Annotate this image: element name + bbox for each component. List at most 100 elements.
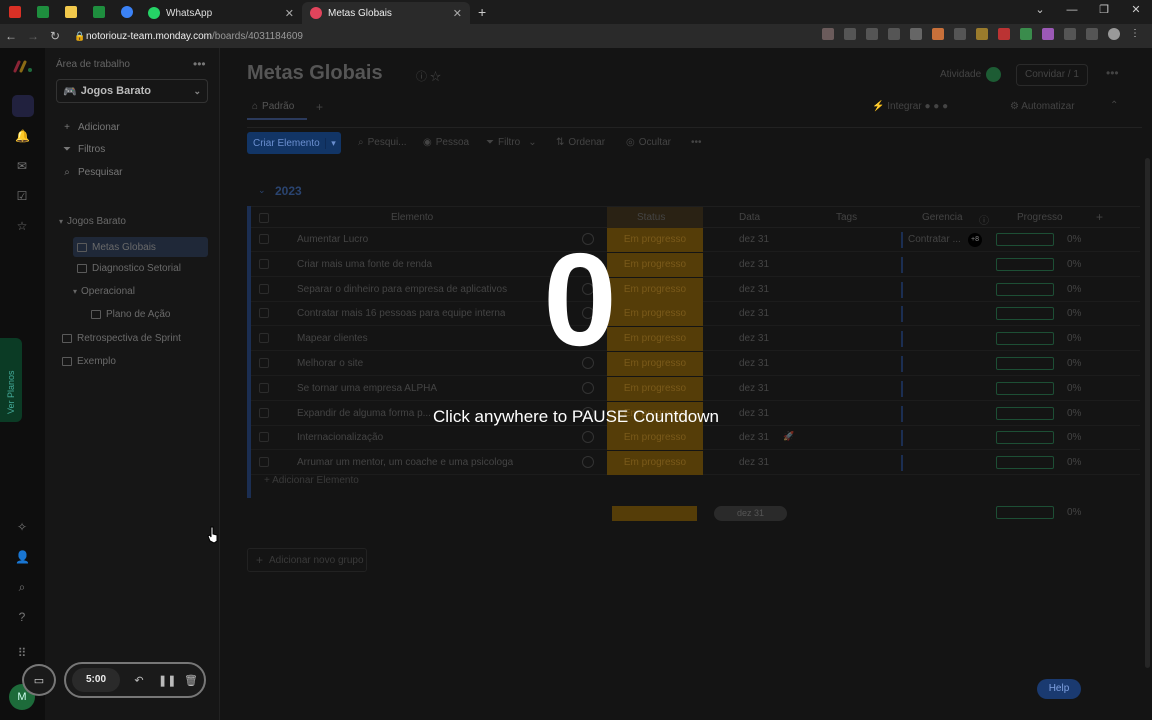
row-checkbox[interactable] <box>259 358 269 368</box>
board-info-icon[interactable]: ⓘ ☆ <box>416 68 441 84</box>
restore-icon[interactable]: ❐ <box>1088 0 1120 22</box>
countdown-message[interactable]: Click anywhere to PAUSE Countdown <box>360 407 792 427</box>
select-all-checkbox[interactable] <box>259 213 269 223</box>
recorder-camera-button[interactable]: ▭ <box>22 664 56 696</box>
group-title[interactable]: 2023 <box>275 184 302 198</box>
filter-tool[interactable]: ⏷ Filtro ⌄ <box>486 137 537 148</box>
date-cell[interactable]: dez 31 <box>739 234 769 245</box>
favorites-star-icon[interactable]: ☆ <box>15 219 29 233</box>
add-button[interactable]: + Adicionar <box>61 122 120 133</box>
trash-icon[interactable]: 🗑 <box>184 674 198 687</box>
back-icon[interactable]: ← <box>0 29 22 43</box>
pinned-tab-2[interactable] <box>34 3 52 21</box>
row-checkbox[interactable] <box>259 258 269 269</box>
table-row[interactable]: Internacionalização Em progresso dez 31 0% 🚀 <box>251 426 1140 451</box>
person-tool[interactable]: ◉ Pessoa <box>423 137 469 148</box>
group-collapse-icon[interactable]: ⌄ <box>258 185 266 196</box>
board-diagnostico-setorial[interactable]: Diagnostico Setorial <box>77 263 181 274</box>
see-plans-button[interactable]: Ver Planos <box>0 338 22 422</box>
status-cell[interactable]: Em progresso <box>607 451 703 476</box>
help-button[interactable]: Help <box>1037 679 1081 699</box>
element-name[interactable]: Separar o dinheiro para empresa de aplic… <box>297 284 507 295</box>
monday-logo-icon[interactable] <box>12 59 34 73</box>
pinned-tab-1[interactable] <box>6 3 24 21</box>
password-extension-icon[interactable] <box>998 28 1010 40</box>
chevron-down-icon[interactable]: ▾ <box>325 137 341 149</box>
pinned-tab-5[interactable] <box>118 3 136 21</box>
bookmark-star-icon[interactable] <box>888 28 900 40</box>
extension-purple-icon[interactable] <box>1042 28 1054 40</box>
apps-icon[interactable]: ✧ <box>15 520 29 534</box>
close-window-icon[interactable]: ✕ <box>1120 0 1152 22</box>
element-name[interactable]: Aumentar Lucro <box>297 234 368 245</box>
undo-icon[interactable]: ↶ <box>132 674 146 687</box>
row-checkbox[interactable] <box>259 432 269 443</box>
collapse-header-icon[interactable]: ⌃ <box>1110 100 1118 111</box>
inbox-icon[interactable]: ✉ <box>15 159 29 173</box>
row-checkbox[interactable] <box>259 382 269 393</box>
workspace-select[interactable]: 🎮 Jogos Barato ⌄ <box>56 79 208 103</box>
add-update-icon[interactable] <box>582 456 594 469</box>
tab-whatsapp[interactable]: WhatsApp ✕ <box>140 2 302 24</box>
row-checkbox[interactable] <box>259 457 269 468</box>
pinned-tab-3[interactable] <box>62 3 80 21</box>
translate-icon[interactable] <box>844 28 856 40</box>
screenshot-extension-icon[interactable] <box>910 28 922 40</box>
folder-jogos-barato[interactable]: ▾ Jogos Barato <box>59 216 126 227</box>
status-cell[interactable]: Em progresso <box>607 376 703 401</box>
table-row[interactable]: Criar mais uma fonte de renda Em progress… <box>251 252 1140 277</box>
pause-icon[interactable]: ❚❚ <box>158 674 176 687</box>
element-name[interactable]: Melhorar o site <box>297 358 363 369</box>
my-work-icon[interactable]: ☑ <box>15 189 29 203</box>
add-column-button[interactable]: + <box>1096 210 1103 224</box>
table-row[interactable]: Se tornar uma empresa ALPHA Em progresso d… <box>251 376 1140 401</box>
row-checkbox[interactable] <box>259 308 269 319</box>
reload-icon[interactable]: ↻ <box>44 29 66 43</box>
extension-green-icon[interactable] <box>1020 28 1032 40</box>
date-cell[interactable]: dez 31 <box>739 308 769 319</box>
board-plano-de-acao[interactable]: Plano de Ação <box>91 309 171 320</box>
board-exemplo[interactable]: Exemplo <box>62 356 116 367</box>
date-cell[interactable]: dez 31 <box>739 259 769 270</box>
row-checkbox[interactable] <box>259 333 269 344</box>
table-row[interactable]: Arrumar um mentor, um coache e uma psico… <box>251 451 1140 476</box>
table-row[interactable]: Aumentar Lucro Em progresso dez 31 Contrata… <box>251 228 1140 252</box>
bell-icon[interactable]: 🔔 <box>15 129 30 143</box>
pinned-tab-4[interactable] <box>90 3 108 21</box>
tab-padrao[interactable]: ⌂ Padrão <box>252 101 294 112</box>
element-name[interactable]: Contratar mais 16 pessoas para equipe in… <box>297 308 505 319</box>
manager-cell[interactable]: Contratar ... <box>908 234 961 245</box>
create-element-button[interactable]: Criar Elemento ▾ <box>247 132 341 154</box>
search-tool[interactable]: ⌕ Pesqui... <box>358 137 407 148</box>
share-icon[interactable] <box>866 28 878 40</box>
color-extension-icon[interactable] <box>932 28 944 40</box>
element-name[interactable]: Internacionalização <box>297 432 383 443</box>
countdown-digit[interactable]: 0 <box>512 230 648 370</box>
column-header-gerencia[interactable]: Gerencia <box>922 212 963 223</box>
script-extension-icon[interactable] <box>954 28 966 40</box>
date-cell[interactable]: dez 31 <box>739 432 769 443</box>
invite-button[interactable]: Convidar / 1 <box>1016 64 1088 86</box>
table-row[interactable]: Separar o dinheiro para empresa de aplic… <box>251 277 1140 302</box>
page-scrollbar[interactable] <box>1145 158 1150 668</box>
element-name[interactable]: Se tornar uma empresa ALPHA <box>297 383 437 394</box>
sort-tool[interactable]: ⇅ Ordenar <box>556 137 605 148</box>
column-header-tags[interactable]: Tags <box>836 212 857 223</box>
table-row[interactable]: Mapear clientes Em progresso dez 31 0% <box>251 327 1140 352</box>
date-cell[interactable]: dez 31 <box>739 358 769 369</box>
activity-button[interactable]: Atividade <box>940 69 981 80</box>
tab-search-icon[interactable]: ⌄ <box>1024 0 1056 22</box>
board-metas-globais[interactable]: Metas Globais <box>73 237 208 257</box>
element-name[interactable]: Arrumar um mentor, um coache e uma psico… <box>297 457 513 468</box>
element-name[interactable]: Mapear clientes <box>297 333 368 344</box>
info-icon[interactable]: ⓘ <box>979 212 989 227</box>
rocket-icon[interactable]: 🚀 <box>783 431 794 442</box>
more-options-icon[interactable]: ••• <box>691 137 702 148</box>
row-checkbox[interactable] <box>259 234 269 244</box>
close-icon[interactable]: ✕ <box>453 7 462 20</box>
element-name[interactable]: Criar mais uma fonte de renda <box>297 259 432 270</box>
invite-user-icon[interactable]: 👤 <box>15 550 30 564</box>
board-title[interactable]: Metas Globais <box>247 62 383 85</box>
column-header-data[interactable]: Data <box>739 212 760 223</box>
status-cell[interactable]: Em progresso <box>607 426 703 451</box>
